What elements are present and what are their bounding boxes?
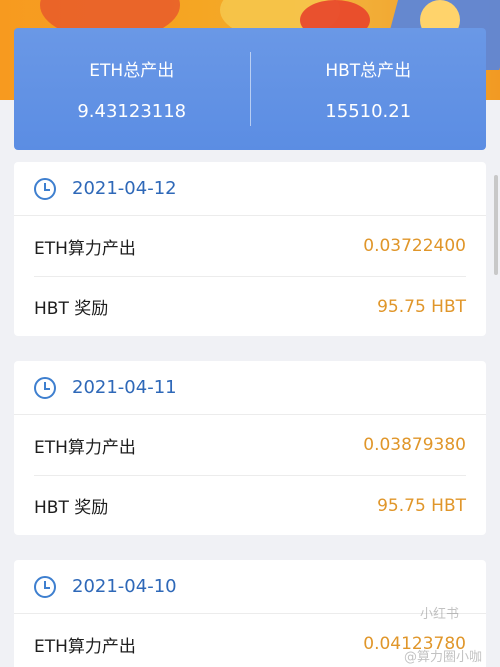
- hbt-total-label: HBT总产出: [325, 61, 412, 81]
- hbt-reward-label: HBT 奖励: [34, 498, 109, 518]
- eth-total-column: ETH总产出 9.43123118: [14, 56, 250, 122]
- hbt-reward-row: HBT 奖励 95.75 HBT: [34, 276, 466, 336]
- watermark-badge: 小红书: [420, 607, 460, 622]
- clock-icon: [34, 177, 56, 200]
- hbt-total-column: HBT总产出 15510.21: [251, 56, 487, 122]
- eth-output-row: ETH算力产出 0.03879380: [34, 415, 466, 475]
- record-date: 2021-04-11: [72, 377, 177, 398]
- record-date: 2021-04-10: [72, 576, 177, 597]
- eth-output-label: ETH算力产出: [34, 238, 136, 259]
- daily-record-card[interactable]: 2021-04-11 ETH算力产出 0.03879380 HBT 奖励 95.…: [14, 361, 486, 535]
- hbt-reward-label: HBT 奖励: [34, 299, 109, 319]
- eth-output-label: ETH算力产出: [34, 636, 136, 657]
- watermark-handle: @算力圈小咖: [404, 650, 483, 665]
- daily-record-card[interactable]: 2021-04-12 ETH算力产出 0.03722400 HBT 奖励 95.…: [14, 162, 486, 336]
- total-output-summary: ETH总产出 9.43123118 HBT总产出 15510.21: [14, 28, 486, 150]
- hbt-reward-value: 95.75 HBT: [377, 495, 466, 516]
- hbt-reward-value: 95.75 HBT: [377, 296, 466, 317]
- eth-output-value: 0.03879380: [363, 435, 466, 455]
- eth-output-value: 0.03722400: [363, 236, 466, 256]
- record-date: 2021-04-12: [72, 178, 177, 199]
- record-date-header: 2021-04-10: [14, 560, 486, 614]
- clock-icon: [34, 376, 56, 399]
- eth-total-value: 9.43123118: [77, 101, 187, 122]
- scrollbar-thumb[interactable]: [494, 175, 498, 275]
- hbt-reward-row: HBT 奖励 95.75 HBT: [34, 475, 466, 535]
- eth-output-row: ETH算力产出 0.03722400: [34, 216, 466, 276]
- record-date-header: 2021-04-11: [14, 361, 486, 415]
- eth-total-label: ETH总产出: [89, 61, 175, 81]
- hbt-total-value: 15510.21: [325, 101, 412, 122]
- eth-output-label: ETH算力产出: [34, 437, 136, 458]
- eth-output-row: ETH算力产出 0.04123780: [34, 614, 466, 667]
- record-date-header: 2021-04-12: [14, 162, 486, 216]
- clock-icon: [34, 575, 56, 598]
